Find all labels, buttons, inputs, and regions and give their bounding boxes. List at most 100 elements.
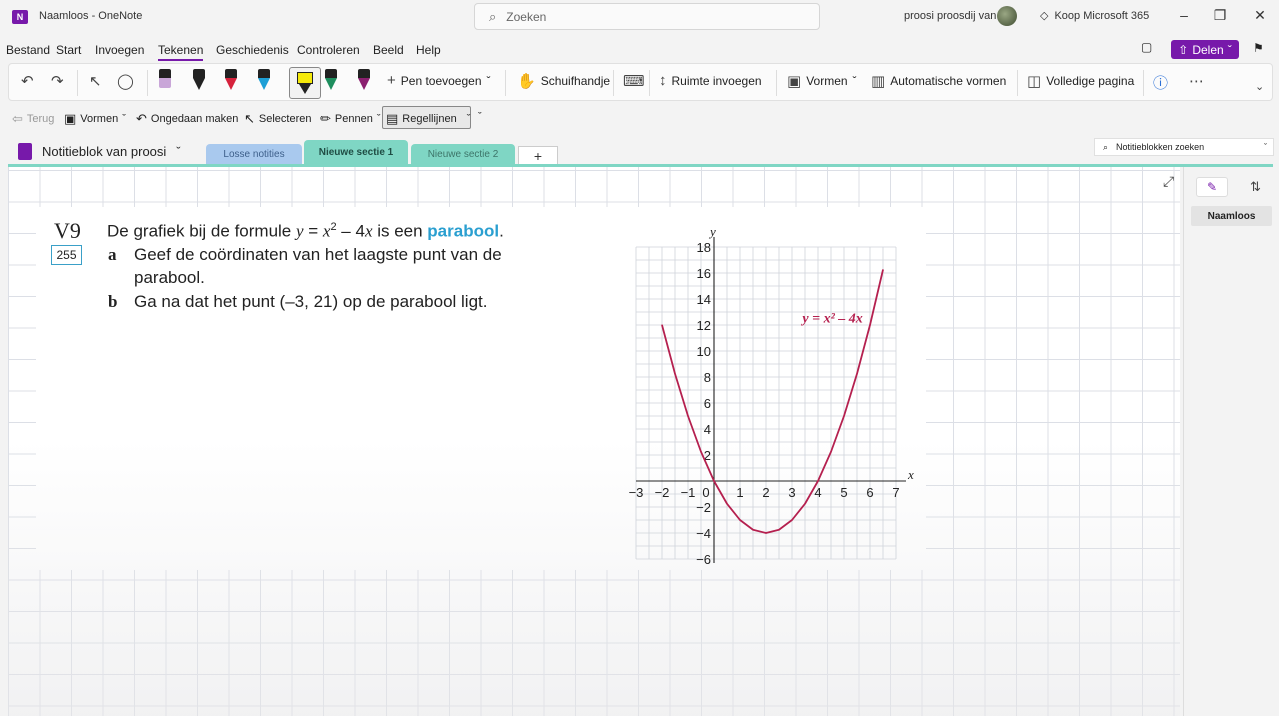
x-tick-label: −1: [681, 485, 696, 500]
notebook-selector[interactable]: Notitieblok van proosi ˇ: [18, 143, 181, 160]
expand-icon[interactable]: ⤢: [1163, 173, 1174, 190]
series-point: [661, 324, 663, 326]
insert-space-button[interactable]: ↕ Ruimte invoegen: [659, 72, 762, 89]
overflow-chevron-icon[interactable]: ˇ: [478, 111, 482, 123]
menu-start[interactable]: Start: [56, 43, 81, 57]
hand-icon: ✋: [517, 73, 536, 90]
y-tick-label: 14: [697, 292, 711, 307]
section-tab-nieuwe-sectie-2[interactable]: Nieuwe sectie 2: [411, 144, 515, 164]
select-arrow-icon[interactable]: ↖: [89, 72, 102, 90]
undo-icon: ↶: [136, 111, 147, 126]
notebook-name: Notitieblok van proosi: [42, 144, 167, 159]
menu-bestand[interactable]: Bestand: [6, 43, 50, 57]
menu-help[interactable]: Help: [416, 43, 441, 57]
part-a-label: a: [108, 245, 117, 264]
user-name[interactable]: proosi proosdij van: [904, 10, 996, 22]
add-page-button[interactable]: ✎: [1196, 177, 1228, 197]
insert-space-icon: ↕: [659, 72, 667, 89]
series-point: [778, 529, 780, 531]
notebook-search-input[interactable]: ⌕ Notitieblokken zoeken ˇ: [1094, 138, 1274, 156]
search-icon: ⌕: [489, 8, 497, 24]
sort-icon[interactable]: ⇅: [1250, 179, 1261, 195]
full-page-button[interactable]: ◫ Volledige pagina: [1027, 72, 1134, 90]
series-point: [674, 373, 676, 375]
pen-5[interactable]: [325, 69, 337, 93]
chevron-down-icon: ˇ: [1227, 42, 1232, 57]
shapes-button[interactable]: ▣ Vormen ˇ: [787, 72, 857, 90]
more-options-icon[interactable]: ⋯: [1189, 72, 1204, 90]
series-point: [856, 373, 858, 375]
pen-color-1: [159, 69, 171, 78]
plus-icon: +: [387, 72, 396, 89]
series-point: [713, 480, 715, 482]
x-tick-label: 3: [788, 485, 795, 500]
title-bar: N Naamloos - OneNote ⌕ Zoeken proosi pro…: [0, 0, 1279, 34]
series-point: [843, 415, 845, 417]
lasso-icon[interactable]: ◯: [117, 72, 134, 90]
share-label: Delen: [1192, 42, 1224, 57]
menu-invoegen[interactable]: Invoegen: [95, 43, 144, 57]
search-placeholder: Zoeken: [506, 9, 547, 24]
pan-button[interactable]: ✋ Schuifhandje: [517, 72, 610, 90]
chart-ticks: −3 −2 −1 0 1 2 3 4 5 6 7−6−4−224681012141618: [629, 240, 900, 567]
series-point: [687, 415, 689, 417]
menu-controleren[interactable]: Controleren: [297, 43, 360, 57]
full-page-icon: ◫: [1027, 73, 1042, 90]
help-icon[interactable]: ⓘ: [1153, 72, 1168, 93]
page-list-item[interactable]: Naamloos: [1191, 206, 1272, 226]
pen-6[interactable]: [358, 69, 370, 93]
window-title: Naamloos - OneNote: [39, 10, 143, 22]
pen-4[interactable]: [258, 69, 270, 93]
add-pen-button[interactable]: + Pen toevoegen ˇ: [387, 72, 491, 89]
notebook-icon: [18, 143, 32, 160]
close-icon[interactable]: ✕: [1250, 7, 1270, 24]
part-b-label: b: [108, 292, 118, 311]
highlighter-selected[interactable]: [289, 67, 321, 99]
auto-shapes-icon: ▥: [871, 73, 886, 90]
menu-beeld[interactable]: Beeld: [373, 43, 404, 57]
page-reference: 255: [51, 245, 82, 265]
restore-icon[interactable]: ❐: [1210, 7, 1230, 24]
series-point: [804, 503, 806, 505]
pens-menu[interactable]: ✏ Pennen ˇ: [320, 111, 381, 127]
menu-geschiedenis[interactable]: Geschiedenis: [216, 43, 289, 57]
sticky-notes-icon[interactable]: ▢: [1141, 40, 1152, 54]
auto-shapes-button[interactable]: ▥ Automatische vormen: [871, 72, 1006, 90]
x-tick-label: 0: [702, 485, 709, 500]
y-tick-label: 12: [697, 318, 711, 333]
undo-icon[interactable]: ↶: [21, 72, 34, 90]
ruler-icon[interactable]: ⌨: [623, 72, 645, 90]
section-tab-nieuwe-sectie-1[interactable]: Nieuwe sectie 1: [304, 140, 408, 164]
buy-microsoft-365-button[interactable]: ◇ Koop Microsoft 365: [1040, 9, 1149, 23]
collapse-ribbon-icon[interactable]: ⌄: [1255, 80, 1264, 93]
y-axis-label: y: [708, 224, 716, 239]
select-arrow-icon: ↖: [244, 111, 255, 126]
x-tick-label: 4: [814, 485, 821, 500]
menu-bar: Bestand Start Invoegen Tekenen Geschiede…: [0, 38, 1279, 62]
pen-2[interactable]: [193, 69, 205, 93]
pages-pane: ✎ ⇅ Naamloos: [1183, 167, 1279, 716]
redo-icon[interactable]: ↷: [51, 72, 64, 90]
select-button[interactable]: ↖ Selecteren: [244, 111, 312, 127]
series-point: [752, 529, 754, 531]
curve-label: y = x² – 4x: [800, 311, 862, 326]
undo-button[interactable]: ↶ Ongedaan maken: [136, 111, 238, 127]
y-tick-label: −4: [696, 526, 711, 541]
series-point: [869, 324, 871, 326]
shapes-menu[interactable]: ▣ Vormen ˇ: [64, 111, 126, 127]
pen-3[interactable]: [225, 69, 237, 93]
feedback-icon[interactable]: ⚑: [1253, 41, 1264, 55]
chart-grid: [635, 246, 897, 560]
share-button[interactable]: ⇧ Delen ˇ: [1171, 40, 1239, 59]
minimize-icon[interactable]: –: [1174, 7, 1194, 23]
share-icon: ⇧: [1178, 42, 1189, 57]
add-section-button[interactable]: +: [518, 146, 558, 164]
pen-1[interactable]: [159, 69, 171, 93]
avatar[interactable]: [997, 6, 1017, 26]
back-button[interactable]: ⇦ Terug: [12, 111, 54, 127]
menu-tekenen[interactable]: Tekenen: [158, 43, 204, 61]
series-point: [726, 503, 728, 505]
section-tab-losse-notities[interactable]: Losse notities: [206, 144, 302, 164]
parabola-chart: −3 −2 −1 0 1 2 3 4 5 6 7−6−4−224681012141618 y = x…: [629, 224, 914, 567]
search-input[interactable]: ⌕ Zoeken: [474, 3, 820, 30]
